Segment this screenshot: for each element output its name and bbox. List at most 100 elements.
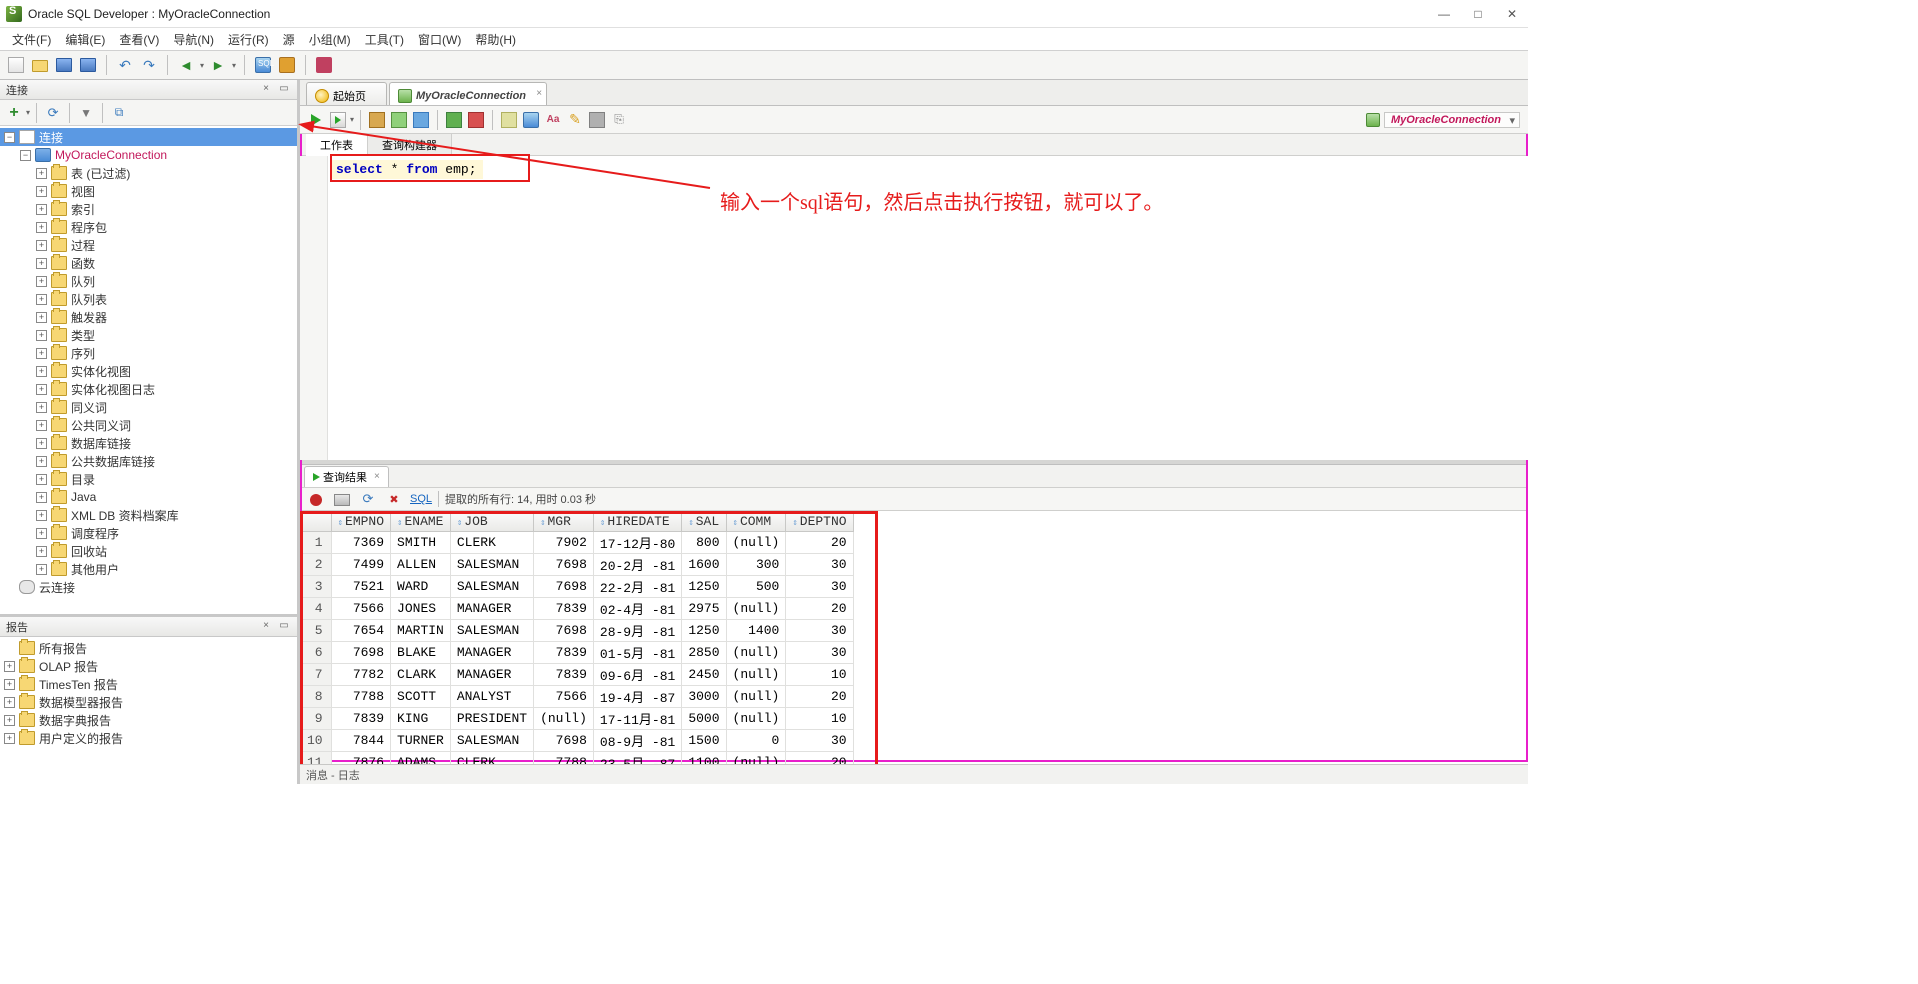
grid-cell[interactable]: WARD xyxy=(391,576,451,598)
tree-toggle-icon[interactable]: + xyxy=(36,366,47,377)
tree-item[interactable]: +程序包 xyxy=(0,218,297,236)
grid-rownum-cell[interactable]: 4 xyxy=(301,598,332,620)
grid-rownum-cell[interactable]: 8 xyxy=(301,686,332,708)
panel-close-icon[interactable]: × xyxy=(259,620,273,634)
menu-file[interactable]: 文件(F) xyxy=(6,29,57,50)
grid-cell[interactable]: SALESMAN xyxy=(450,620,533,642)
grid-cell[interactable]: CLARK xyxy=(391,664,451,686)
tree-all-reports[interactable]: 所有报告 xyxy=(0,639,297,657)
grid-cell[interactable]: 1100 xyxy=(682,752,726,765)
grid-cell[interactable]: 7698 xyxy=(534,554,594,576)
tree-item[interactable]: +视图 xyxy=(0,182,297,200)
tree-toggle-icon[interactable]: + xyxy=(4,679,15,690)
grid-cell[interactable]: 2975 xyxy=(682,598,726,620)
grid-rownum-cell[interactable]: 7 xyxy=(301,664,332,686)
grid-cell[interactable]: 28-9月 -81 xyxy=(593,620,681,642)
grid-cell[interactable]: ANALYST xyxy=(450,686,533,708)
worksheet-tab-query-builder[interactable]: 查询构建器 xyxy=(368,134,452,155)
grid-cell[interactable]: (null) xyxy=(726,642,786,664)
tree-toggle-icon[interactable]: + xyxy=(36,384,47,395)
table-row[interactable]: 37521WARDSALESMAN769822-2月 -81125050030 xyxy=(301,576,854,598)
tree-toggle-icon[interactable]: + xyxy=(36,438,47,449)
grid-cell[interactable]: 7844 xyxy=(331,730,390,752)
tree-connection[interactable]: − MyOracleConnection xyxy=(0,146,297,164)
sql-worksheet-button[interactable]: SQL xyxy=(253,55,273,75)
grid-cell[interactable]: 20 xyxy=(786,532,853,554)
panel-minimize-icon[interactable]: ▭ xyxy=(277,620,291,634)
menu-run[interactable]: 运行(R) xyxy=(222,29,275,50)
grid-cell[interactable]: 7698 xyxy=(534,576,594,598)
tree-toggle-icon[interactable]: + xyxy=(36,330,47,341)
tree-toggle-icon[interactable]: + xyxy=(4,733,15,744)
extensions-button[interactable] xyxy=(277,55,297,75)
grid-cell[interactable]: 23-5月 -87 xyxy=(593,752,681,765)
format-button[interactable]: ⎘ xyxy=(609,110,629,130)
grid-cell[interactable]: MANAGER xyxy=(450,664,533,686)
tab-close-icon[interactable]: × xyxy=(536,88,542,99)
grid-cell[interactable]: MANAGER xyxy=(450,642,533,664)
grid-cell[interactable]: PRESIDENT xyxy=(450,708,533,730)
db-navigator-button[interactable] xyxy=(314,55,334,75)
grid-cell[interactable]: SALESMAN xyxy=(450,554,533,576)
sql-recall-button[interactable] xyxy=(587,110,607,130)
nav-forward-button[interactable]: ► xyxy=(208,55,228,75)
new-button[interactable] xyxy=(6,55,26,75)
grid-cell[interactable]: 7654 xyxy=(331,620,390,642)
tree-item[interactable]: +队列 xyxy=(0,272,297,290)
tree-report-item[interactable]: +TimesTen 报告 xyxy=(0,675,297,693)
grid-cell[interactable]: 20-2月 -81 xyxy=(593,554,681,576)
grid-cell[interactable]: 20 xyxy=(786,686,853,708)
grid-rownum-cell[interactable]: 5 xyxy=(301,620,332,642)
grid-rownum-cell[interactable]: 3 xyxy=(301,576,332,598)
grid-cell[interactable]: ADAMS xyxy=(391,752,451,765)
worksheet-tab-worksheet[interactable]: 工作表 xyxy=(306,134,368,156)
grid-cell[interactable]: 22-2月 -81 xyxy=(593,576,681,598)
tree-item[interactable]: +公共数据库链接 xyxy=(0,452,297,470)
to-uppercase-button[interactable]: Aa xyxy=(543,110,563,130)
nav-back-button[interactable]: ◄ xyxy=(176,55,196,75)
pin-results-button[interactable] xyxy=(306,489,326,509)
tree-cloud-connections[interactable]: 云连接 xyxy=(0,578,297,596)
table-row[interactable]: 47566JONESMANAGER783902-4月 -812975(null)… xyxy=(301,598,854,620)
tree-item[interactable]: +队列表 xyxy=(0,290,297,308)
refresh-results-button[interactable]: ⟳ xyxy=(358,489,378,509)
grid-cell[interactable]: (null) xyxy=(726,686,786,708)
grid-cell[interactable]: JONES xyxy=(391,598,451,620)
tree-item[interactable]: +XML DB 资料档案库 xyxy=(0,506,297,524)
grid-cell[interactable]: 2850 xyxy=(682,642,726,664)
commit-button[interactable] xyxy=(444,110,464,130)
grid-cell[interactable]: 7788 xyxy=(534,752,594,765)
grid-cell[interactable]: BLAKE xyxy=(391,642,451,664)
grid-cell[interactable]: MANAGER xyxy=(450,598,533,620)
grid-cell[interactable]: 20 xyxy=(786,752,853,765)
tab-connection[interactable]: MyOracleConnection × xyxy=(389,82,547,105)
grid-cell[interactable]: 1400 xyxy=(726,620,786,642)
tree-toggle-icon[interactable]: + xyxy=(36,294,47,305)
save-all-button[interactable] xyxy=(78,55,98,75)
undo-button[interactable]: ↶ xyxy=(115,55,135,75)
grid-cell[interactable]: 7499 xyxy=(331,554,390,576)
grid-cell[interactable]: 500 xyxy=(726,576,786,598)
grid-rownum-cell[interactable]: 1 xyxy=(301,532,332,554)
grid-cell[interactable]: 19-4月 -87 xyxy=(593,686,681,708)
refresh-connections-button[interactable]: ⟳ xyxy=(43,103,63,123)
menu-source[interactable]: 源 xyxy=(277,29,301,50)
results-tab-query-result[interactable]: 查询结果 × xyxy=(304,466,389,487)
rollback-button[interactable] xyxy=(466,110,486,130)
tree-item[interactable]: +序列 xyxy=(0,344,297,362)
autotrace-button[interactable] xyxy=(389,110,409,130)
grid-cell[interactable]: 7521 xyxy=(331,576,390,598)
redo-button[interactable]: ↷ xyxy=(139,55,159,75)
grid-cell[interactable]: 7876 xyxy=(331,752,390,765)
tree-toggle-icon[interactable]: + xyxy=(4,697,15,708)
tree-item[interactable]: +触发器 xyxy=(0,308,297,326)
tree-toggle-icon[interactable]: + xyxy=(36,402,47,413)
tree-item[interactable]: +实体化视图 xyxy=(0,362,297,380)
delete-results-button[interactable]: ✖ xyxy=(384,489,404,509)
table-row[interactable]: 27499ALLENSALESMAN769820-2月 -81160030030 xyxy=(301,554,854,576)
grid-cell[interactable]: 1500 xyxy=(682,730,726,752)
grid-cell[interactable]: 7839 xyxy=(534,642,594,664)
tree-toggle-icon[interactable]: + xyxy=(36,492,47,503)
panel-close-icon[interactable]: × xyxy=(259,83,273,97)
table-row[interactable]: 117876ADAMSCLERK778823-5月 -871100(null)2… xyxy=(301,752,854,765)
